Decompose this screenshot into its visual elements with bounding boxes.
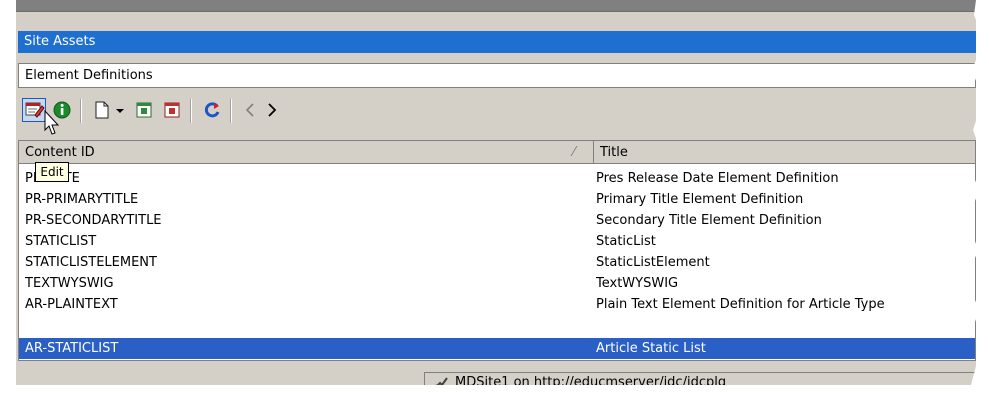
torn-edge-frame (0, 0, 989, 406)
